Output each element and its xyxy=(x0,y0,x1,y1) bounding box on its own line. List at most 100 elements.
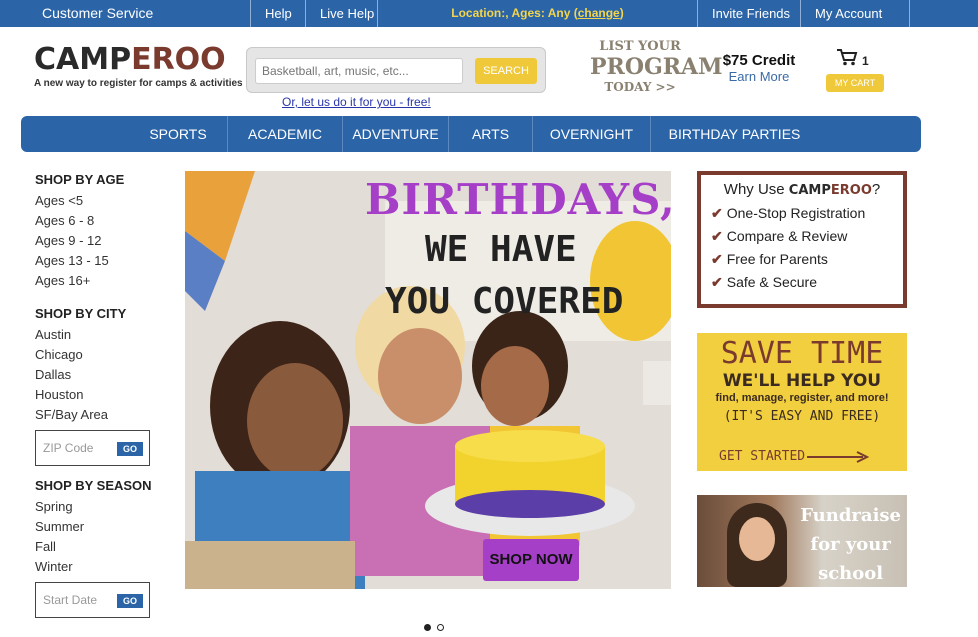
get-started-link[interactable]: GET STARTED xyxy=(719,449,805,464)
age-link[interactable]: Ages <5 xyxy=(35,191,165,211)
my-account-menu[interactable]: My Account xyxy=(800,0,910,45)
location-close: ) xyxy=(619,6,624,20)
checkmark-icon: ✔ xyxy=(711,274,723,290)
city-link[interactable]: Chicago xyxy=(35,345,165,365)
credit-amount: $75 Credit xyxy=(722,52,796,69)
why-use-box: Why Use CAMPEROO? ✔ One-Stop Registration… xyxy=(697,171,907,308)
shop-by-age-title: SHOP BY AGE xyxy=(35,172,125,187)
location-label: Location:, Ages: Any ( xyxy=(451,6,578,20)
shop-by-season: SHOP BY SEASON Spring Summer Fall Winter xyxy=(35,478,165,577)
city-link[interactable]: Austin xyxy=(35,325,165,345)
my-cart-button[interactable]: MY CART xyxy=(826,74,884,92)
hero-banner[interactable]: BIRTHDAYS, WE HAVE YOU COVERED SHOP NOW xyxy=(185,171,671,589)
season-link[interactable]: Spring xyxy=(35,497,165,517)
shop-by-city: SHOP BY CITY Austin Chicago Dallas Houst… xyxy=(35,306,165,425)
carousel-dots xyxy=(424,618,450,636)
season-link[interactable]: Winter xyxy=(35,557,165,577)
zip-code-field[interactable]: ZIP Code GO xyxy=(35,430,150,466)
why-title: Why Use CAMPEROO? xyxy=(711,181,893,198)
city-link[interactable]: SF/Bay Area xyxy=(35,405,165,425)
zip-code-placeholder: ZIP Code xyxy=(43,441,94,455)
fundraise-line2: for your xyxy=(810,534,891,555)
age-link[interactable]: Ages 6 - 8 xyxy=(35,211,165,231)
nav-birthday-parties[interactable]: BIRTHDAY PARTIES xyxy=(650,116,818,152)
logo-tagline: A new way to register for camps & activi… xyxy=(34,78,243,89)
nav-adventure[interactable]: ADVENTURE xyxy=(342,116,448,152)
benefit-label: Free for Parents xyxy=(726,251,828,267)
nav-academic[interactable]: ACADEMIC xyxy=(227,116,342,152)
age-link[interactable]: Ages 16+ xyxy=(35,271,165,291)
nav-overnight[interactable]: OVERNIGHT xyxy=(532,116,650,152)
season-link[interactable]: Fall xyxy=(35,537,165,557)
my-account-label: My Account xyxy=(815,6,883,21)
live-help-link[interactable]: Live Help xyxy=(305,0,388,27)
customer-service-link[interactable]: Customer Service xyxy=(42,5,153,21)
shop-by-season-title: SHOP BY SEASON xyxy=(35,478,152,493)
search-button[interactable]: SEARCH xyxy=(475,58,537,84)
location-info: Location:, Ages: Any (change) xyxy=(377,0,697,27)
cart-count: 1 xyxy=(862,54,869,68)
credit-block: $75 Credit Earn More xyxy=(716,52,802,84)
list-program-line1: LIST YOUR xyxy=(599,39,681,54)
start-date-placeholder: Start Date xyxy=(43,593,98,607)
start-date-field[interactable]: Start Date GO xyxy=(35,582,150,618)
hero-headline-3: YOU COVERED xyxy=(385,281,624,322)
list-your-program-banner[interactable]: LIST YOUR PROGRAM TODAY >> xyxy=(590,39,723,95)
cart-icon[interactable] xyxy=(836,48,858,66)
arrow-right-icon xyxy=(807,451,870,463)
benefit-item: ✔ Compare & Review xyxy=(711,225,893,248)
benefit-label: Compare & Review xyxy=(726,228,848,244)
logo-wordmark: CAMPEROO xyxy=(34,44,243,76)
carousel-dot-1[interactable] xyxy=(424,624,431,631)
earn-more-link[interactable]: Earn More xyxy=(716,69,802,84)
nav-sports[interactable]: SPORTS xyxy=(129,116,227,152)
benefit-label: One-Stop Registration xyxy=(726,205,866,221)
why-title-brand2: EROO xyxy=(830,183,872,198)
invite-friends-link[interactable]: Invite Friends xyxy=(697,0,804,27)
shop-now-button[interactable]: SHOP NOW xyxy=(483,539,579,581)
date-go-button[interactable]: GO xyxy=(117,594,143,608)
carousel-dot-2[interactable] xyxy=(437,624,444,631)
shop-by-age: SHOP BY AGE Ages <5 Ages 6 - 8 Ages 9 - … xyxy=(35,172,165,291)
carousel-next-arrow[interactable] xyxy=(643,361,671,405)
benefit-item: ✔ Safe & Secure xyxy=(711,271,893,294)
top-bar: Customer Service Help Live Help Location… xyxy=(0,0,978,45)
shop-by-city-title: SHOP BY CITY xyxy=(35,306,127,321)
benefit-label: Safe & Secure xyxy=(726,274,818,290)
season-link[interactable]: Summer xyxy=(35,517,165,537)
nav-arts[interactable]: ARTS xyxy=(448,116,532,152)
list-program-line2: PROGRAM xyxy=(590,54,723,80)
fundraise-text: Fundraise for your school xyxy=(800,501,901,587)
hero-headline-2: WE HAVE xyxy=(425,229,577,270)
benefit-item: ✔ One-Stop Registration xyxy=(711,202,893,225)
age-link[interactable]: Ages 13 - 15 xyxy=(35,251,165,271)
search-input[interactable] xyxy=(255,58,463,84)
why-title-brand1: CAMP xyxy=(788,183,831,198)
logo-part2: EROO xyxy=(131,42,226,77)
checkmark-icon: ✔ xyxy=(711,228,723,244)
save-time-banner[interactable]: SAVE TIME WE'LL HELP YOU find, manage, r… xyxy=(697,333,907,471)
why-title-suffix: ? xyxy=(871,181,881,198)
fundraise-banner[interactable]: Fundraise for your school xyxy=(697,495,907,587)
main-nav: SPORTS ACADEMIC ADVENTURE ARTS OVERNIGHT… xyxy=(21,116,921,152)
city-link[interactable]: Dallas xyxy=(35,365,165,385)
fundraise-line3: school xyxy=(818,563,884,584)
city-link[interactable]: Houston xyxy=(35,385,165,405)
why-title-prefix: Why Use xyxy=(723,181,789,198)
let-us-do-it-link[interactable]: Or, let us do it for you - free! xyxy=(282,95,431,109)
help-link[interactable]: Help xyxy=(250,0,306,27)
site-logo[interactable]: CAMPEROO A new way to register for camps… xyxy=(34,44,243,90)
zip-go-button[interactable]: GO xyxy=(117,442,143,456)
benefit-item: ✔ Free for Parents xyxy=(711,248,893,271)
checkmark-icon: ✔ xyxy=(711,205,723,221)
save-time-easy: (IT'S EASY AND FREE) xyxy=(723,409,881,424)
fundraise-line1: Fundraise xyxy=(800,505,901,526)
checkmark-icon: ✔ xyxy=(711,251,723,267)
age-link[interactable]: Ages 9 - 12 xyxy=(35,231,165,251)
change-location-link[interactable]: change xyxy=(578,6,620,20)
save-time-desc: find, manage, register, and more! xyxy=(715,392,889,404)
hero-headline-1: BIRTHDAYS, xyxy=(365,175,671,224)
save-time-title: SAVE TIME xyxy=(720,336,884,371)
logo-part1: CAMP xyxy=(34,42,132,77)
save-time-sub: WE'LL HELP YOU xyxy=(722,371,882,391)
